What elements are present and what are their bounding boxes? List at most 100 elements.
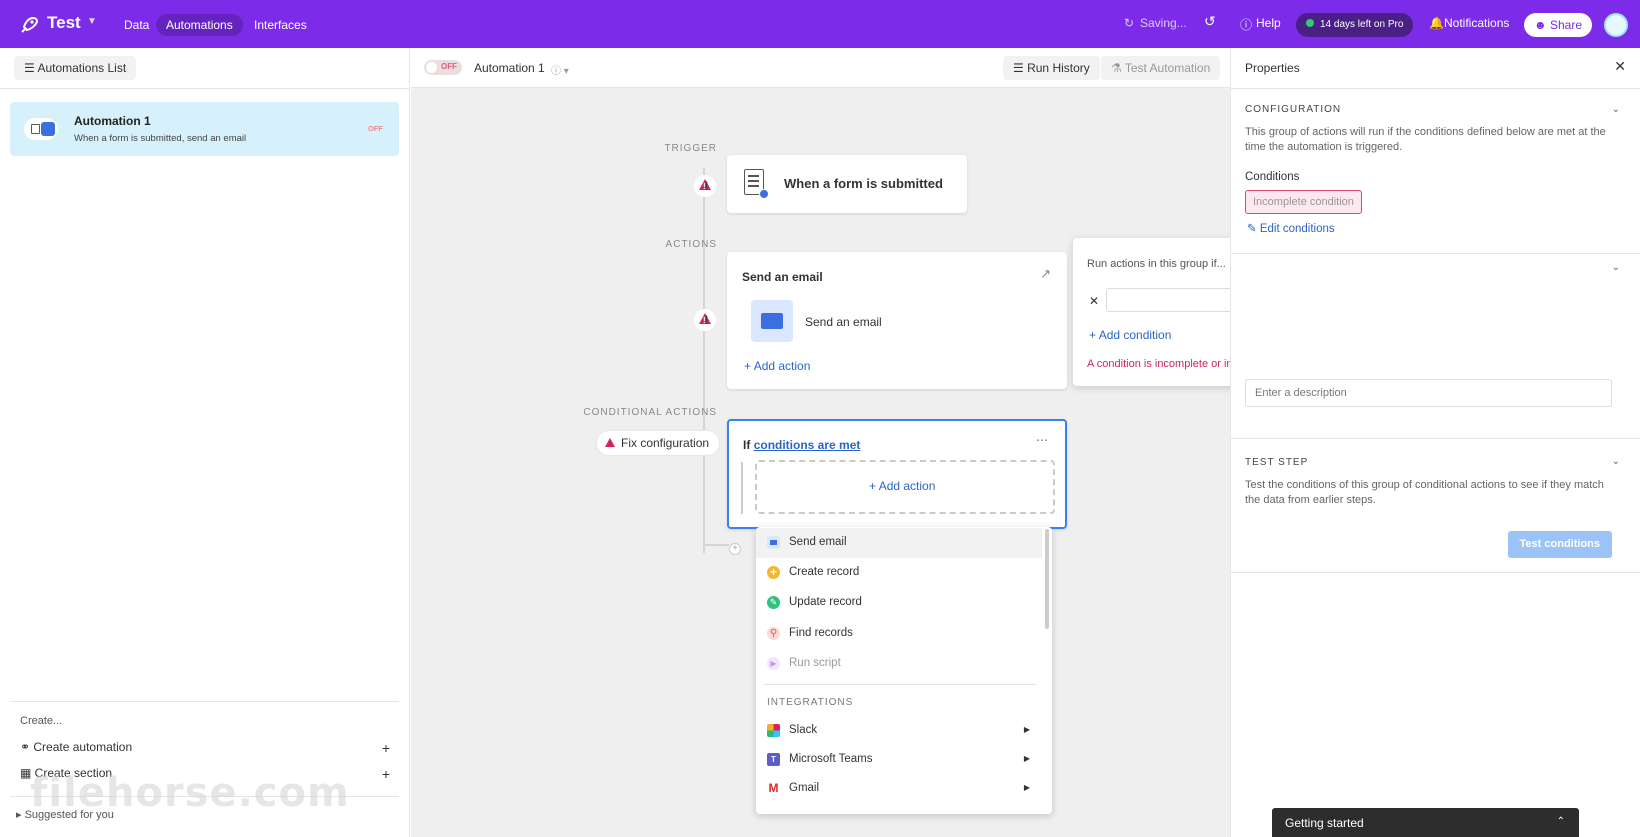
menu-item-find-records[interactable]: ⚲ Find records xyxy=(756,619,1042,649)
nav-data[interactable]: Data xyxy=(114,14,159,36)
conditional-actions-label: CONDITIONAL ACTIONS xyxy=(583,407,717,418)
test-step-heading: TEST STEP xyxy=(1245,457,1309,468)
watermark-logo: filehorse.com xyxy=(30,770,350,816)
action-item-send-email[interactable]: Send an email xyxy=(805,315,882,329)
add-condition-button[interactable]: + Add condition xyxy=(1089,328,1171,342)
if-prefix: If xyxy=(743,438,751,452)
trigger-card[interactable]: When a form is submitted xyxy=(727,155,967,213)
menu-item-slack[interactable]: Slack ▶ xyxy=(756,716,1042,746)
menu-item-label: Update record xyxy=(789,596,862,608)
automation-name: Automation 1 xyxy=(74,114,151,128)
mail-icon xyxy=(751,300,793,342)
run-history-button[interactable]: ☰ Run History xyxy=(1003,56,1100,80)
chevron-down-icon[interactable]: ⌄ xyxy=(1612,456,1620,467)
getting-started-panel[interactable]: Getting started ⌃ xyxy=(1272,808,1579,837)
caret-right-icon: ▶ xyxy=(1023,754,1030,763)
create-automation-label: Create automation xyxy=(33,740,133,754)
add-condition-label: Add condition xyxy=(1098,328,1172,342)
nav-interfaces[interactable]: Interfaces xyxy=(244,14,317,36)
conditions-link[interactable]: conditions are met xyxy=(754,438,861,452)
close-icon[interactable]: ✕ xyxy=(1614,58,1626,75)
configuration-heading: CONFIGURATION xyxy=(1245,104,1342,115)
divider xyxy=(764,684,1036,685)
automation-status-badge: OFF xyxy=(368,124,383,133)
edit-conditions-label: Edit conditions xyxy=(1259,223,1335,235)
menu-item-microsoft-teams[interactable]: T Microsoft Teams ▶ xyxy=(756,745,1042,775)
flow-line xyxy=(741,462,743,514)
top-bar: Test ▼ Data Automations Interfaces ↻ Sav… xyxy=(0,0,1640,48)
plus-icon: + xyxy=(381,766,390,782)
chevron-down-icon[interactable]: ⌄ xyxy=(1612,262,1620,273)
gmail-icon: M xyxy=(767,781,780,795)
create-label: Create... xyxy=(20,715,63,727)
chevron-down-icon[interactable]: ⌄ xyxy=(1612,104,1620,115)
rocket-logo-icon[interactable] xyxy=(18,14,40,36)
automation-icons xyxy=(24,118,58,140)
info-icon[interactable]: ⓘ ▾ xyxy=(551,62,569,77)
menu-item-create-record[interactable]: + Create record xyxy=(756,558,1042,588)
help-icon[interactable]: ⓘ xyxy=(1240,16,1252,33)
chevron-up-icon[interactable]: ⌃ xyxy=(1557,816,1565,827)
notifications-link[interactable]: Notifications xyxy=(1444,16,1509,30)
menu-item-send-email[interactable]: Send email xyxy=(756,528,1042,558)
fix-configuration-button[interactable]: Fix configuration xyxy=(597,431,720,455)
nav-automations[interactable]: Automations xyxy=(156,14,243,36)
menu-item-run-script[interactable]: ▶ Run script xyxy=(756,649,1042,679)
app-menu-chevron-icon[interactable]: ▼ xyxy=(87,16,97,27)
warning-icon[interactable]: ! xyxy=(694,309,716,331)
automation-list-item[interactable]: Automation 1 When a form is submitted, s… xyxy=(10,102,399,156)
pencil-icon: ✎ xyxy=(1247,223,1260,235)
getting-started-label: Getting started xyxy=(1285,816,1364,830)
plus-icon: + xyxy=(744,359,754,373)
help-link[interactable]: Help xyxy=(1256,16,1281,30)
menu-item-label: Send email xyxy=(789,536,847,548)
history-icon[interactable]: ↺ xyxy=(1204,13,1216,30)
create-automation-button[interactable]: ⚭ Create automation + xyxy=(20,740,390,756)
test-automation-button[interactable]: ⚗ Test Automation xyxy=(1101,56,1221,80)
pro-trial-badge[interactable]: 14 days left on Pro xyxy=(1296,13,1414,37)
actions-card[interactable]: Send an email ↗ Send an email + Add acti… xyxy=(727,252,1067,389)
collapse-icon[interactable]: ↗ xyxy=(1040,266,1051,282)
share-button[interactable]: ☻ Share xyxy=(1524,13,1592,37)
search-icon: ⚲ xyxy=(767,627,780,640)
automations-list-button[interactable]: ☰ Automations List xyxy=(14,56,137,80)
actions-label: ACTIONS xyxy=(665,239,717,250)
integrations-heading: INTEGRATIONS xyxy=(767,697,854,708)
share-label: Share xyxy=(1549,18,1582,32)
test-conditions-button[interactable]: Test conditions xyxy=(1507,531,1612,558)
app-name[interactable]: Test xyxy=(47,13,81,33)
add-action-label: Add action xyxy=(753,359,811,373)
conditions-label: Conditions xyxy=(1245,171,1300,183)
avatar[interactable] xyxy=(1604,13,1628,37)
automation-toggle[interactable]: OFF xyxy=(424,60,462,75)
bell-icon[interactable]: 🔔 xyxy=(1429,16,1444,30)
caret-right-icon: ▸ xyxy=(16,809,25,821)
caret-right-icon: ▶ xyxy=(1023,783,1030,792)
description-input[interactable]: Enter a description xyxy=(1245,379,1612,407)
add-step-icon[interactable]: + xyxy=(729,543,741,555)
more-options-icon[interactable]: ⋯ xyxy=(1036,433,1049,447)
incomplete-condition-field[interactable]: Incomplete condition xyxy=(1245,190,1362,214)
menu-item-gmail[interactable]: M Gmail ▶ xyxy=(756,774,1042,804)
automation-icon: ⚭ xyxy=(20,740,34,754)
menu-item-label: Slack xyxy=(789,724,818,736)
divider xyxy=(1231,253,1640,254)
warning-icon[interactable]: ! xyxy=(694,175,716,197)
menu-item-update-record[interactable]: ✎ Update record xyxy=(756,588,1042,618)
divider xyxy=(1231,438,1640,439)
action-menu: Send email + Create record ✎ Update reco… xyxy=(756,527,1052,814)
plus-icon: + xyxy=(869,479,879,493)
scrollbar[interactable] xyxy=(1045,529,1049,629)
properties-title: Properties xyxy=(1245,61,1300,75)
automation-title[interactable]: Automation 1 xyxy=(474,61,545,75)
plus-icon: + xyxy=(1089,328,1099,342)
add-action-label: Add action xyxy=(878,479,936,493)
edit-conditions-link[interactable]: ✎ Edit conditions xyxy=(1247,221,1335,235)
conditional-group-card[interactable]: If conditions are met ⋯ + Add action xyxy=(727,419,1067,529)
remove-condition-icon[interactable]: ✕ xyxy=(1089,294,1099,308)
add-action-dropzone[interactable]: + Add action xyxy=(741,460,1055,514)
add-action-button[interactable]: + Add action xyxy=(744,359,810,373)
actions-card-title: Send an email xyxy=(742,270,823,284)
automations-sidebar: ☰ Automations List Automation 1 When a f… xyxy=(0,48,410,837)
add-action-button[interactable]: + Add action xyxy=(869,479,935,493)
